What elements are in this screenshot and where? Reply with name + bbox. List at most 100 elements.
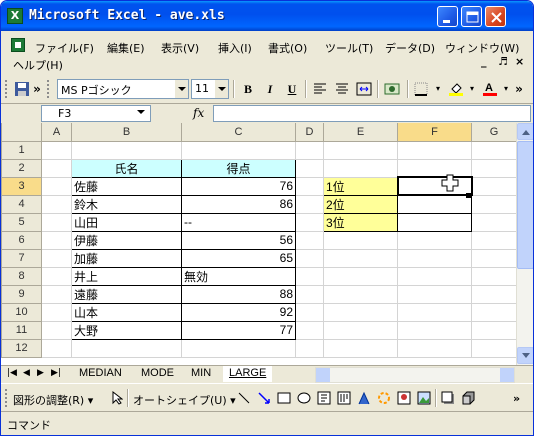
cell[interactable] bbox=[397, 159, 472, 178]
name-cell[interactable]: 鈴木 bbox=[71, 194, 182, 214]
rank-label-cell[interactable]: 2位 bbox=[323, 194, 398, 214]
arrow-tool-icon[interactable] bbox=[257, 391, 271, 405]
cell[interactable] bbox=[397, 267, 472, 286]
cell[interactable] bbox=[471, 267, 517, 286]
vertical-textbox-icon[interactable] bbox=[337, 391, 351, 405]
cell[interactable] bbox=[471, 303, 517, 322]
score-cell[interactable]: 77 bbox=[181, 320, 296, 340]
title-bar[interactable]: X Microsoft Excel - ave.xls bbox=[1, 1, 533, 31]
column-header-d[interactable]: D bbox=[295, 123, 324, 142]
next-sheet-icon[interactable]: ▶ bbox=[37, 368, 44, 378]
excel-app-icon[interactable]: X bbox=[7, 8, 23, 24]
scroll-left-button[interactable] bbox=[316, 368, 330, 382]
toolbar-overflow-icon[interactable]: » bbox=[513, 79, 525, 99]
cell[interactable] bbox=[323, 141, 398, 160]
cell[interactable] bbox=[397, 141, 472, 160]
doc-close-button[interactable]: × bbox=[515, 55, 524, 68]
header-cell-score[interactable]: 得点 bbox=[181, 158, 296, 178]
tab-large[interactable]: LARGE bbox=[223, 366, 273, 382]
cell[interactable] bbox=[295, 267, 324, 286]
fill-handle[interactable] bbox=[466, 193, 471, 198]
close-button[interactable] bbox=[485, 6, 506, 27]
3d-style-icon[interactable] bbox=[461, 391, 475, 405]
cell[interactable] bbox=[71, 339, 182, 358]
borders-icon[interactable] bbox=[411, 79, 433, 99]
draw-menu-button[interactable]: 図形の調整(R) ▾ bbox=[13, 392, 93, 408]
score-cell[interactable]: 無効 bbox=[181, 266, 296, 286]
cell[interactable] bbox=[295, 177, 324, 196]
row-header[interactable]: 2 bbox=[1, 159, 42, 178]
toolbar-overflow-icon[interactable]: » bbox=[31, 79, 43, 99]
menu-help[interactable]: ヘルプ(H) bbox=[13, 57, 63, 73]
tab-min[interactable]: MIN bbox=[185, 366, 217, 382]
cell[interactable] bbox=[471, 321, 517, 340]
name-box[interactable]: F3 bbox=[41, 105, 151, 122]
row-header[interactable]: 4 bbox=[1, 195, 42, 214]
row-header[interactable]: 10 bbox=[1, 303, 42, 322]
underline-button[interactable]: U bbox=[281, 79, 303, 99]
fx-icon[interactable]: fx bbox=[193, 106, 204, 120]
column-header-g[interactable]: G bbox=[471, 123, 517, 142]
name-cell[interactable]: 井上 bbox=[71, 266, 182, 286]
menu-window[interactable]: ウィンドウ(W) bbox=[445, 40, 519, 56]
select-objects-icon[interactable] bbox=[111, 391, 123, 405]
name-cell[interactable]: 佐藤 bbox=[71, 176, 182, 196]
cell[interactable] bbox=[397, 231, 472, 250]
cell[interactable] bbox=[41, 177, 72, 196]
cell[interactable] bbox=[323, 231, 398, 250]
diagram-icon[interactable] bbox=[377, 391, 391, 405]
insert-picture-icon[interactable] bbox=[417, 391, 431, 405]
score-cell[interactable]: 88 bbox=[181, 284, 296, 304]
row-header[interactable]: 7 bbox=[1, 249, 42, 268]
toolbar-overflow-icon[interactable]: » bbox=[513, 392, 520, 405]
row-header[interactable]: 1 bbox=[1, 141, 42, 160]
score-cell[interactable]: 56 bbox=[181, 230, 296, 250]
row-header[interactable]: 8 bbox=[1, 267, 42, 286]
cell[interactable] bbox=[471, 195, 517, 214]
menu-tools[interactable]: ツール(T) bbox=[325, 40, 373, 56]
cell[interactable] bbox=[471, 249, 517, 268]
scroll-thumb[interactable] bbox=[517, 141, 533, 269]
cell[interactable] bbox=[295, 141, 324, 160]
name-cell[interactable]: 山本 bbox=[71, 302, 182, 322]
doc-restore-button[interactable]: ♬ bbox=[498, 55, 508, 68]
cell[interactable] bbox=[41, 267, 72, 286]
cell[interactable] bbox=[295, 303, 324, 322]
cell[interactable] bbox=[323, 249, 398, 268]
cell[interactable] bbox=[323, 303, 398, 322]
minimize-button[interactable] bbox=[437, 6, 458, 27]
cell[interactable] bbox=[181, 339, 296, 358]
score-cell[interactable]: 65 bbox=[181, 248, 296, 268]
cell[interactable] bbox=[41, 321, 72, 340]
chevron-down-icon[interactable]: ▾ bbox=[433, 79, 443, 99]
name-cell[interactable]: 大野 bbox=[71, 320, 182, 340]
tab-mode[interactable]: MODE bbox=[135, 366, 180, 382]
doc-minimize-button[interactable]: _ bbox=[481, 55, 487, 68]
cell[interactable] bbox=[41, 141, 72, 160]
score-cell[interactable]: 76 bbox=[181, 176, 296, 196]
formula-input[interactable] bbox=[213, 105, 531, 122]
autoshapes-menu-button[interactable]: オートシェイプ(U) ▾ bbox=[133, 392, 236, 408]
chevron-down-icon[interactable] bbox=[137, 110, 145, 118]
cell[interactable] bbox=[471, 177, 517, 196]
cell[interactable] bbox=[41, 213, 72, 232]
font-size-select[interactable]: 11 bbox=[191, 79, 229, 99]
font-name-select[interactable]: MS Pゴシック bbox=[57, 79, 189, 99]
cell[interactable] bbox=[397, 321, 472, 340]
rank-value-cell[interactable] bbox=[397, 194, 472, 214]
cell[interactable] bbox=[471, 213, 517, 232]
name-cell[interactable]: 伊藤 bbox=[71, 230, 182, 250]
cell[interactable] bbox=[397, 339, 472, 358]
first-sheet-icon[interactable]: |◀ bbox=[7, 368, 17, 378]
horizontal-scrollbar[interactable] bbox=[315, 367, 515, 383]
cell[interactable] bbox=[295, 231, 324, 250]
menu-data[interactable]: データ(D) bbox=[385, 40, 435, 56]
oval-tool-icon[interactable] bbox=[297, 391, 311, 405]
vertical-scrollbar[interactable] bbox=[516, 123, 533, 365]
cell[interactable] bbox=[295, 195, 324, 214]
column-header-f[interactable]: F bbox=[397, 123, 472, 142]
toolbar-grip[interactable] bbox=[5, 80, 8, 98]
score-cell[interactable]: 86 bbox=[181, 194, 296, 214]
score-cell[interactable]: -- bbox=[181, 212, 296, 232]
header-cell-name[interactable]: 氏名 bbox=[71, 158, 182, 178]
